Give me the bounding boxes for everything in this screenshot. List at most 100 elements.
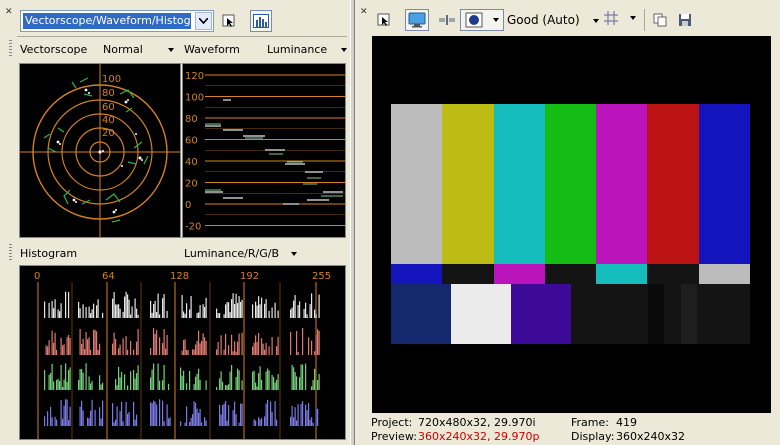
chevron-down-icon[interactable] <box>195 12 212 30</box>
vectorscope-mode-select[interactable]: Normal <box>103 43 175 56</box>
histogram-bar <box>240 301 242 318</box>
histogram-bar <box>113 422 115 426</box>
histogram-bar <box>317 329 319 355</box>
histogram-bar <box>163 364 165 390</box>
color-bar-top <box>493 104 546 264</box>
scope-select[interactable]: Vectorscope/Waveform/Histogram <box>20 10 214 32</box>
cursor-icon[interactable] <box>219 11 239 31</box>
copy-icon[interactable] <box>650 10 670 30</box>
histogram-bar <box>216 308 218 318</box>
histogram-bar <box>241 299 243 318</box>
histogram-bar <box>202 304 204 318</box>
histogram-bar <box>81 401 83 426</box>
histogram-bar <box>44 416 46 426</box>
histogram-bar <box>196 340 198 355</box>
quality-select[interactable]: Good (Auto) <box>507 13 600 27</box>
histogram-bar <box>119 377 121 390</box>
save-icon[interactable] <box>675 10 695 30</box>
histogram-bar <box>51 330 53 355</box>
monitor-icon[interactable] <box>405 9 429 31</box>
histogram-bar <box>122 338 124 355</box>
histogram-bar <box>238 422 240 426</box>
histogram-bar <box>128 411 130 426</box>
histogram-bar <box>169 417 171 426</box>
histogram-bar <box>205 340 207 355</box>
histogram-bar <box>99 375 101 390</box>
histogram-bar <box>163 294 165 318</box>
histogram-bar <box>159 314 161 318</box>
histogram-bar <box>97 299 99 318</box>
close-icon[interactable]: ✕ <box>5 8 13 17</box>
waveform-tick-label: 60 <box>185 136 198 147</box>
histogram-bar <box>228 384 230 390</box>
waveform-tick-label: 80 <box>185 114 198 125</box>
histogram-bar <box>85 363 87 390</box>
histogram-bar <box>205 380 207 390</box>
histogram-bar <box>88 337 90 355</box>
waveform-tick-label: 100 <box>185 93 204 104</box>
histogram-bar <box>162 343 164 355</box>
histogram-bar <box>231 334 233 355</box>
histogram-bar <box>66 381 68 390</box>
histogram-bar <box>223 403 225 426</box>
histogram-bar <box>196 373 198 390</box>
histogram-tick-label: 128 <box>170 271 189 282</box>
histogram-bar <box>137 314 139 318</box>
histogram-bar <box>183 340 185 355</box>
overlay-select[interactable] <box>460 9 504 31</box>
histogram-bar <box>237 303 239 318</box>
split-icon[interactable] <box>437 10 457 30</box>
histogram-bar <box>199 409 201 426</box>
histogram-bar <box>50 373 52 390</box>
histogram-bar <box>53 381 55 390</box>
waveform-mode-select[interactable]: Luminance <box>267 43 347 56</box>
histogram-mode-select[interactable]: Luminance/R/G/B <box>184 247 297 260</box>
histogram-bar <box>216 349 218 355</box>
histogram-bar <box>57 309 59 318</box>
histogram-bar <box>219 313 221 318</box>
histogram-bar <box>314 351 316 355</box>
video-preview[interactable] <box>372 36 771 413</box>
histogram-bar <box>66 399 68 426</box>
histogram-bar <box>265 299 267 318</box>
cursor-icon[interactable] <box>374 10 394 30</box>
vectorscope-ring-label: 20 <box>102 128 115 139</box>
histogram-bar <box>308 337 310 355</box>
histogram-bar <box>153 304 155 318</box>
histogram-bar <box>315 408 317 426</box>
histogram-bar <box>265 403 267 426</box>
histogram-bar <box>219 378 221 390</box>
histogram-bar <box>240 403 242 426</box>
waveform-tick-label: 120 <box>185 71 204 82</box>
grid-select[interactable] <box>604 11 636 25</box>
histogram-bar <box>267 399 269 426</box>
histogram-bar <box>190 418 192 426</box>
histogram-bar <box>130 314 132 318</box>
histogram-bar <box>268 310 270 318</box>
histogram-bar <box>162 400 164 426</box>
histogram-bar <box>204 337 206 355</box>
histogram-bar <box>113 292 115 318</box>
preview-label: Preview: <box>371 430 417 443</box>
color-bars-frame <box>391 104 751 344</box>
histogram-bar <box>264 303 266 318</box>
histogram-bar <box>309 304 311 318</box>
color-bar-mid <box>391 264 443 284</box>
histogram-bar <box>223 314 225 318</box>
display-value: 360x240x32 <box>616 430 686 443</box>
histogram-bar <box>277 374 279 390</box>
close-icon[interactable]: ✕ <box>360 8 368 17</box>
chevron-down-icon <box>168 48 175 52</box>
histogram-bar <box>82 410 84 426</box>
histogram-bar <box>51 417 53 426</box>
histogram-bar <box>296 420 298 426</box>
histogram-bar <box>196 312 198 318</box>
histogram-bar <box>122 421 124 426</box>
histogram-bar <box>317 408 319 426</box>
color-bar-top <box>442 104 495 264</box>
histogram-bar <box>253 370 255 390</box>
histogram-bar <box>223 349 225 355</box>
histogram-bar <box>93 303 95 318</box>
histogram-bar <box>180 421 182 426</box>
histogram-icon[interactable] <box>250 10 272 32</box>
